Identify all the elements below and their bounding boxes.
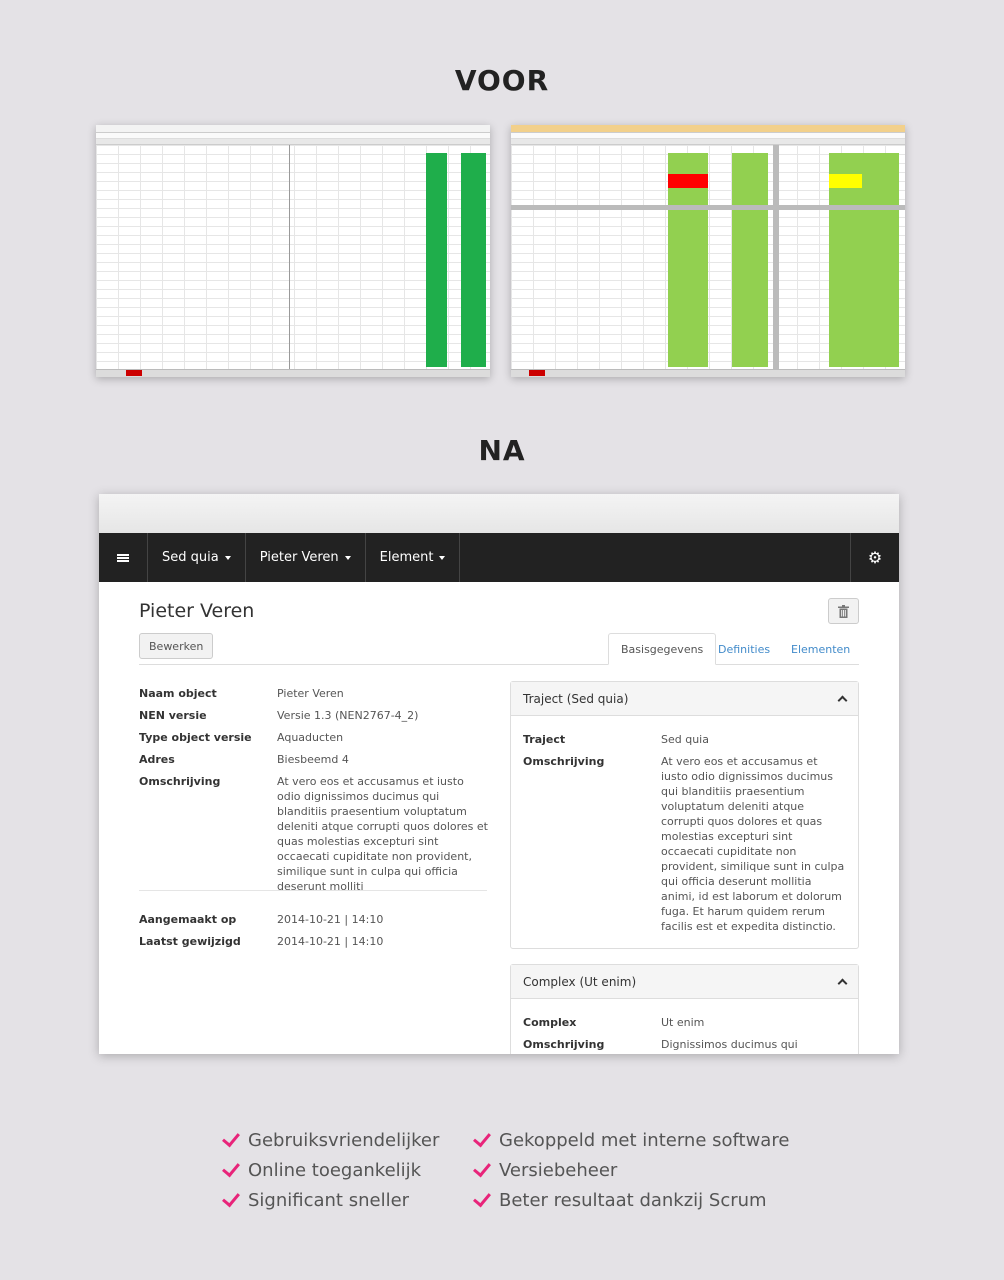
panel-row: Omschrijving At vero eos et accusamus et … — [523, 755, 845, 933]
detail-row: Type object versie Aquaducten — [139, 731, 344, 744]
check-icon — [222, 1128, 240, 1147]
settings-button[interactable]: ⚙ — [850, 533, 899, 582]
trash-icon — [838, 604, 849, 618]
nav-dropdown-pieter-veren[interactable]: Pieter Veren — [246, 533, 366, 582]
edit-button[interactable]: Bewerken — [139, 633, 214, 659]
chevron-up-icon[interactable] — [837, 978, 848, 989]
chevron-up-icon[interactable] — [837, 695, 848, 706]
feature-item: Versiebeheer — [473, 1158, 617, 1181]
nav-dropdown-sed-quia[interactable]: Sed quia — [148, 533, 246, 582]
panel-complex: Complex (Ut enim) Complex Ut enim Omschri… — [510, 964, 859, 1054]
feature-item: Significant sneller — [222, 1188, 409, 1211]
menu-toggle-button[interactable] — [99, 533, 148, 582]
check-icon — [473, 1188, 491, 1207]
caret-down-icon — [344, 555, 351, 560]
delete-button[interactable] — [828, 598, 859, 624]
panel-row: Traject Sed quia — [523, 733, 709, 746]
check-icon — [222, 1158, 240, 1177]
page-title: Pieter Veren — [139, 600, 255, 622]
panel-row: Complex Ut enim — [523, 1016, 705, 1029]
app-window: Sed quia Pieter Veren Element ⚙ Pieter V… — [99, 494, 899, 1054]
meta-list: Aangemaakt op 2014-10-21 | 14:10 Laatst g… — [139, 912, 489, 956]
feature-item: Gekoppeld met interne software — [473, 1128, 789, 1151]
hamburger-icon — [117, 553, 129, 563]
meta-row: Aangemaakt op 2014-10-21 | 14:10 — [139, 913, 384, 926]
panel-complex-heading[interactable]: Complex (Ut enim) — [511, 965, 858, 999]
panel-traject: Traject (Sed quia) Traject Sed quia Omsch… — [510, 681, 859, 949]
detail-row: NEN versie Versie 1.3 (NEN2767-4_2) — [139, 709, 419, 722]
spreadsheet-before-1 — [96, 125, 490, 377]
details-list: Naam object Pieter Veren NEN versie Versie… — [139, 686, 489, 901]
feature-item: Online toegankelijk — [222, 1158, 421, 1181]
detail-row: Omschrijving At vero eos et accusamus et … — [139, 775, 488, 893]
caret-down-icon — [439, 555, 446, 560]
detail-row: Adres Biesbeemd 4 — [139, 753, 349, 766]
panel-traject-heading[interactable]: Traject (Sed quia) — [511, 682, 858, 716]
navbar: Sed quia Pieter Veren Element ⚙ — [99, 533, 899, 582]
gear-icon: ⚙ — [867, 548, 883, 567]
nav-dropdown-element[interactable]: Element — [366, 533, 461, 582]
caret-down-icon — [224, 555, 231, 560]
feature-item: Beter resultaat dankzij Scrum — [473, 1188, 767, 1211]
spreadsheet-before-2 — [511, 125, 905, 377]
tab-basisgegevens[interactable]: Basisgegevens — [608, 633, 717, 665]
tab-definities[interactable]: Definities — [706, 633, 782, 665]
check-icon — [473, 1128, 491, 1147]
check-icon — [473, 1158, 491, 1177]
before-heading: VOOR — [454, 64, 550, 97]
window-titlebar — [99, 494, 899, 533]
panel-row: OmschrijvingDignissimos ducimus qui blan… — [523, 1038, 798, 1054]
meta-row: Laatst gewijzigd 2014-10-21 | 14:10 — [139, 935, 384, 948]
tab-elementen[interactable]: Elementen — [779, 633, 862, 665]
detail-row: Naam object Pieter Veren — [139, 687, 344, 700]
check-icon — [222, 1188, 240, 1207]
divider — [139, 890, 487, 891]
after-heading: NA — [478, 434, 526, 467]
feature-item: Gebruiksvriendelijker — [222, 1128, 439, 1151]
